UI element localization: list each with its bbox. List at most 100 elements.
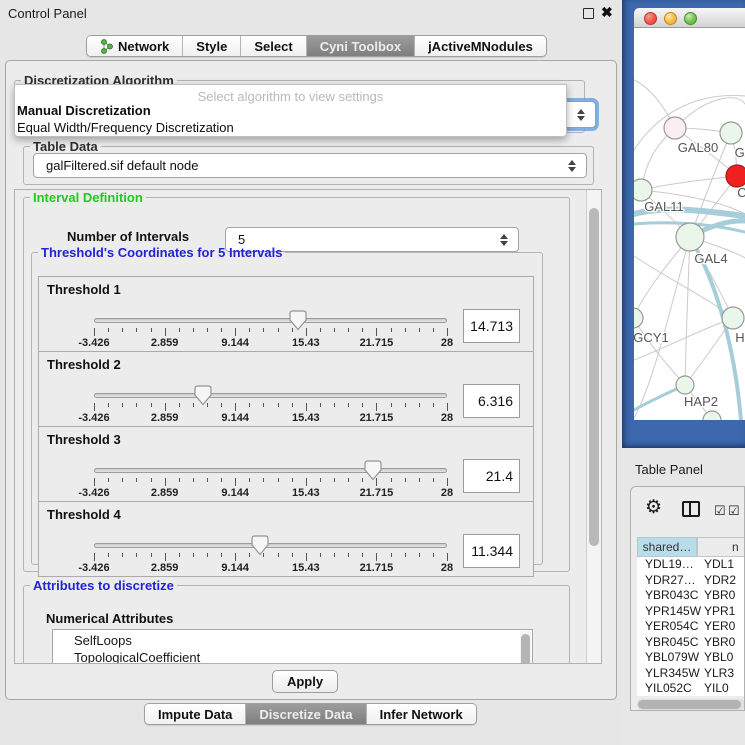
checkbox-icon[interactable]: ☑ (728, 503, 740, 519)
cell-name[interactable]: YPR1 (697, 604, 745, 620)
zoom-traffic-light-icon[interactable] (684, 12, 697, 25)
table-row[interactable]: YER054CYER0 (637, 619, 745, 635)
network-edge[interactable] (634, 237, 690, 318)
threshold-value-field[interactable]: 11.344 (463, 534, 520, 568)
slider-track[interactable] (94, 318, 447, 323)
slider-tick (334, 403, 335, 407)
combo-stepper-icon (572, 109, 590, 121)
table-row[interactable]: YLR345WYLR3 (637, 666, 745, 682)
cell-name[interactable]: YIL0 (697, 681, 745, 696)
settings-scrollbar-thumb[interactable] (589, 208, 599, 546)
gear-icon[interactable]: ⚙ (645, 498, 662, 517)
cell-shared-name[interactable]: YPR145W (637, 604, 697, 620)
cell-shared-name[interactable]: YER054C (637, 619, 697, 635)
network-edge[interactable] (634, 318, 685, 385)
network-node-hap2[interactable] (676, 376, 694, 394)
cell-name[interactable]: YBR0 (697, 588, 745, 604)
network-node-ga[interactable] (720, 122, 742, 144)
cell-shared-name[interactable]: YIL052C (637, 681, 697, 696)
cell-shared-name[interactable]: YBR043C (637, 588, 697, 604)
threshold-value-field[interactable]: 14.713 (463, 309, 520, 343)
apply-button[interactable]: Apply (272, 670, 338, 693)
numerical-attributes-list[interactable]: SelfLoopsTopologicalCoefficientBetweenne… (52, 629, 533, 664)
tab-discretize-data[interactable]: Discretize Data (246, 704, 366, 724)
network-node-gal80[interactable] (664, 117, 686, 139)
cell-name[interactable]: YLR3 (697, 666, 745, 682)
column-header-shared-name[interactable]: shared… (637, 537, 697, 557)
network-edge[interactable] (641, 176, 737, 190)
network-node-c[interactable] (726, 165, 745, 187)
slider-tick (419, 403, 420, 407)
slider-track[interactable] (94, 393, 447, 398)
horizontal-scrollbar-thumb[interactable] (638, 700, 741, 709)
network-window-titlebar[interactable] (634, 8, 745, 28)
table-row[interactable]: YDR27…YDR2 (637, 573, 745, 589)
slider-thumb[interactable] (289, 310, 307, 331)
combo-stepper-icon (495, 234, 513, 246)
cell-shared-name[interactable]: YDR27… (637, 573, 697, 589)
control-panel-titlebar: Control Panel ✖ (0, 0, 622, 28)
float-window-icon[interactable] (583, 8, 594, 19)
dropdown-option-equal-width-frequency[interactable]: Equal Width/Frequency Discretization (15, 119, 566, 136)
cell-name[interactable]: YDL1 (697, 557, 745, 573)
close-traffic-light-icon[interactable] (644, 12, 657, 25)
slider-thumb[interactable] (364, 460, 382, 481)
table-row[interactable]: YPR145WYPR1 (637, 604, 745, 620)
cell-shared-name[interactable]: YBR045C (637, 635, 697, 651)
tab-style[interactable]: Style (183, 36, 241, 56)
minimize-traffic-light-icon[interactable] (664, 12, 677, 25)
table-row[interactable]: YBR043CYBR0 (637, 588, 745, 604)
slider-track[interactable] (94, 468, 447, 473)
cell-shared-name[interactable]: YDL19… (637, 557, 697, 573)
network-node-gal11[interactable] (634, 179, 652, 201)
network-node-gcy1[interactable] (634, 308, 643, 328)
cell-name[interactable]: YBL0 (697, 650, 745, 666)
tab-network[interactable]: Network (87, 36, 183, 56)
tab-select[interactable]: Select (241, 36, 306, 56)
tab-jactivemnodules[interactable]: jActiveMNodules (415, 36, 546, 56)
tab-infer-network[interactable]: Infer Network (367, 704, 476, 724)
cell-shared-name[interactable]: YLR345W (637, 666, 697, 682)
slider-tick (334, 328, 335, 332)
close-icon[interactable]: ✖ (601, 4, 613, 21)
slider-thumb[interactable] (251, 535, 269, 556)
attribute-item-topologicalcoefficient[interactable]: TopologicalCoefficient (53, 650, 532, 665)
table-row[interactable]: YDL19…YDL1 (637, 557, 745, 573)
horizontal-scrollbar[interactable] (637, 699, 745, 710)
control-panel: Control Panel ✖ NetworkStyleSelectCyni T… (0, 0, 622, 745)
network-node-h[interactable] (722, 307, 744, 329)
column-header-name[interactable]: n (697, 537, 745, 557)
list-scrollbar[interactable] (520, 631, 531, 664)
tab-impute-data[interactable]: Impute Data (145, 704, 246, 724)
slider-tick (320, 328, 321, 332)
table-data-combobox[interactable]: galFiltered.sif default node (33, 153, 587, 178)
slider-thumb[interactable] (194, 385, 212, 406)
tab-cyni-toolbox[interactable]: Cyni Toolbox (307, 36, 415, 56)
network-node-gal4[interactable] (676, 223, 704, 251)
slider-tick (391, 553, 392, 557)
slider-track[interactable] (94, 543, 447, 548)
columns-icon[interactable] (682, 501, 700, 517)
table-row[interactable]: YIL052CYIL0 (637, 681, 745, 696)
table-panel-box: ⚙ ☑ ☑ shared… n YDL19…YDL1YDR27…YDR2YBR0… (630, 486, 745, 711)
settings-scrollbar[interactable] (586, 190, 601, 663)
cell-name[interactable]: YDR2 (697, 573, 745, 589)
slider-tick (122, 553, 123, 557)
slider-tick (263, 403, 264, 407)
cell-shared-name[interactable]: YBL079W (637, 650, 697, 666)
network-edge[interactable] (685, 237, 690, 385)
table-row[interactable]: YBR045CYBR0 (637, 635, 745, 651)
network-canvas[interactable]: GAL80GACGAL11GAL4GCY1HHAP2 (634, 28, 745, 420)
slider-tick (263, 478, 264, 482)
table-row[interactable]: YBL079WYBL0 (637, 650, 745, 666)
threshold-value-field[interactable]: 21.4 (463, 459, 520, 493)
threshold-value-field[interactable]: 6.316 (463, 384, 520, 418)
cell-name[interactable]: YER0 (697, 619, 745, 635)
cell-name[interactable]: YBR0 (697, 635, 745, 651)
checkbox-icon[interactable]: ☑ (714, 503, 726, 519)
dropdown-option-manual-discretization[interactable]: Manual Discretization (15, 102, 566, 119)
slider-tick (419, 328, 420, 332)
list-scrollbar-thumb[interactable] (521, 634, 530, 664)
attribute-item-selfloops[interactable]: SelfLoops (53, 630, 532, 650)
slider-tick (348, 403, 349, 407)
